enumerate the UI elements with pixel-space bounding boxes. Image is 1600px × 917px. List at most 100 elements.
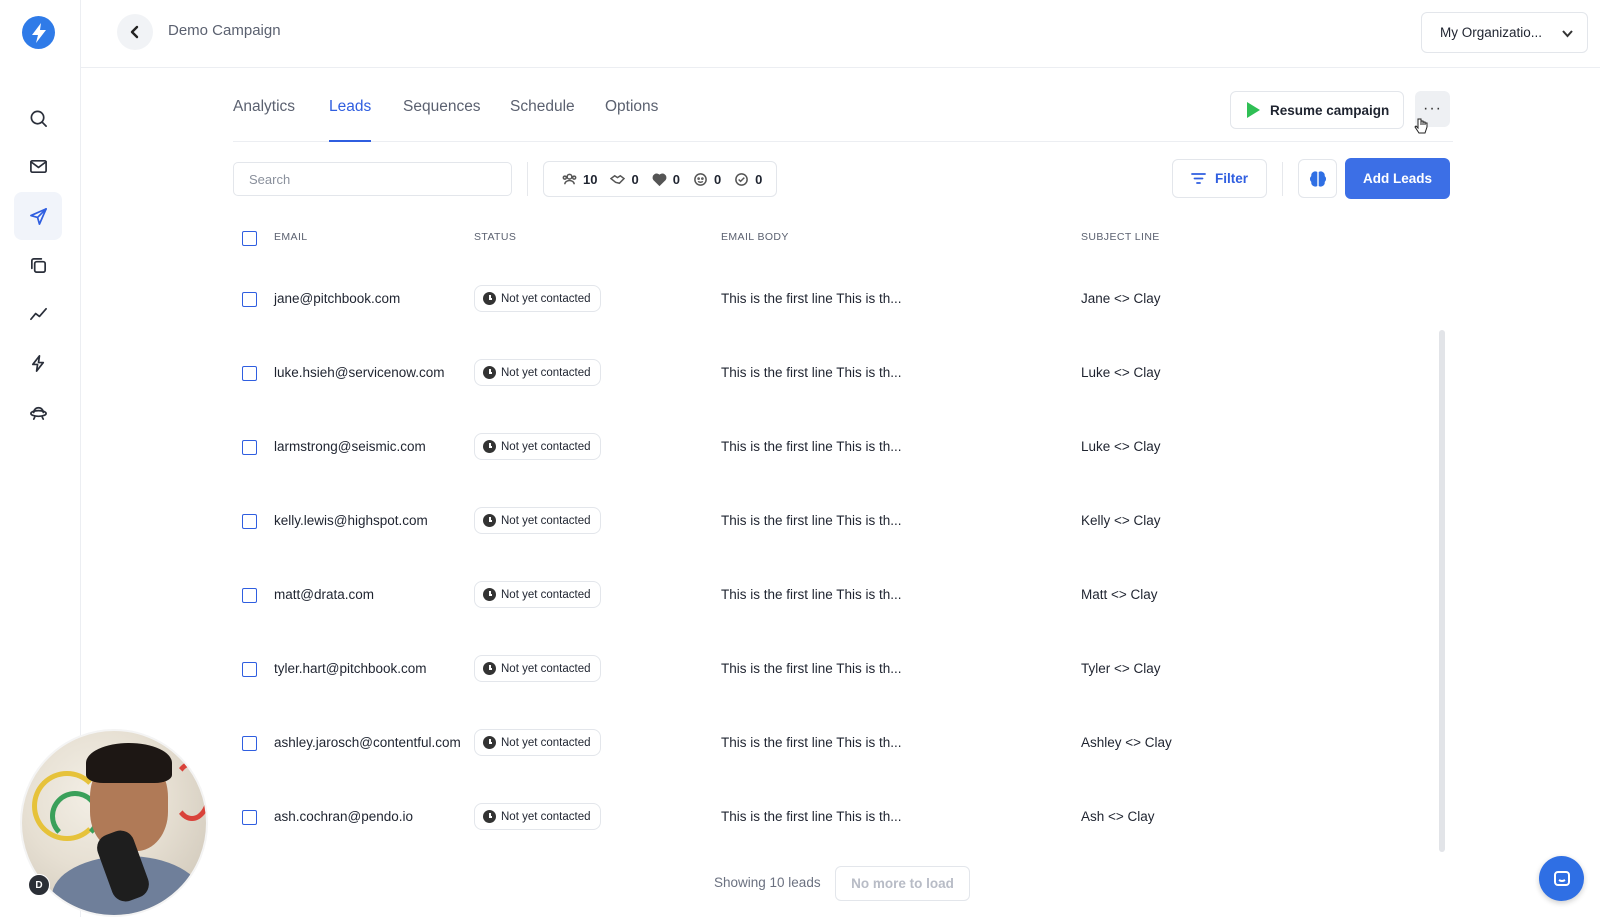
row-checkbox[interactable] bbox=[242, 736, 257, 751]
stat-completed-value: 0 bbox=[755, 171, 763, 187]
table-row[interactable]: ash.cochran@pendo.io Not yet contacted T… bbox=[233, 779, 1433, 853]
row-checkbox[interactable] bbox=[242, 514, 257, 529]
resume-campaign-label: Resume campaign bbox=[1270, 102, 1390, 118]
lead-email: ash.cochran@pendo.io bbox=[274, 809, 414, 824]
chevron-down-icon bbox=[1562, 30, 1573, 38]
clock-icon bbox=[483, 662, 496, 675]
email-body-preview: This is the first line This is th... bbox=[721, 809, 902, 824]
table-row[interactable]: jane@pitchbook.com Not yet contacted Thi… bbox=[233, 261, 1433, 335]
heart-icon bbox=[652, 173, 667, 186]
tab-analytics[interactable]: Analytics bbox=[233, 98, 295, 142]
email-body-preview: This is the first line This is th... bbox=[721, 439, 902, 454]
stat-leads: 10 bbox=[562, 172, 597, 187]
status-label: Not yet contacted bbox=[501, 736, 591, 749]
email-body-preview: This is the first line This is th... bbox=[721, 661, 902, 676]
row-checkbox[interactable] bbox=[242, 366, 257, 381]
subject-line: Ashley <> Clay bbox=[1081, 735, 1172, 750]
table-row[interactable]: kelly.lewis@highspot.com Not yet contact… bbox=[233, 483, 1433, 557]
clock-icon bbox=[483, 292, 496, 305]
stat-interested-value: 0 bbox=[672, 171, 680, 187]
toolbar-divider bbox=[527, 162, 528, 196]
toolbar-divider bbox=[1282, 162, 1283, 196]
ai-brain-button[interactable] bbox=[1298, 159, 1337, 198]
row-checkbox[interactable] bbox=[242, 662, 257, 677]
row-checkbox[interactable] bbox=[242, 810, 257, 825]
chat-icon bbox=[1553, 870, 1570, 886]
back-button[interactable] bbox=[117, 14, 153, 50]
email-body-preview: This is the first line This is th... bbox=[721, 365, 902, 380]
email-body-preview: This is the first line This is th... bbox=[721, 291, 902, 306]
stat-replied: 0 bbox=[693, 172, 721, 187]
nav-bolt-icon[interactable] bbox=[14, 339, 62, 387]
lead-email: ashley.jarosch@contentful.com bbox=[274, 735, 461, 750]
hand-cursor-icon bbox=[1414, 118, 1428, 134]
lead-email: larmstrong@seismic.com bbox=[274, 439, 426, 454]
lead-email: kelly.lewis@highspot.com bbox=[274, 513, 428, 528]
select-all-checkbox[interactable] bbox=[242, 231, 257, 246]
status-label: Not yet contacted bbox=[501, 662, 591, 675]
lead-email: tyler.hart@pitchbook.com bbox=[274, 661, 427, 676]
status-label: Not yet contacted bbox=[501, 514, 591, 527]
nav-ufo-icon[interactable] bbox=[14, 388, 62, 436]
status-badge: Not yet contacted bbox=[474, 581, 601, 608]
stat-leads-value: 10 bbox=[583, 171, 598, 187]
table-row[interactable]: luke.hsieh@servicenow.com Not yet contac… bbox=[233, 335, 1433, 409]
tab-sequences[interactable]: Sequences bbox=[403, 98, 481, 142]
column-header-email[interactable]: EMAIL bbox=[274, 231, 308, 243]
tab-leads[interactable]: Leads bbox=[329, 98, 372, 142]
page-title: Demo Campaign bbox=[168, 22, 281, 39]
avatar[interactable]: D bbox=[28, 874, 50, 896]
organization-select[interactable]: My Organizatio... bbox=[1421, 12, 1588, 53]
add-leads-button[interactable]: Add Leads bbox=[1345, 158, 1450, 199]
header: Demo Campaign My Organizatio... bbox=[81, 0, 1600, 68]
status-badge: Not yet contacted bbox=[474, 359, 601, 386]
column-header-subject-line[interactable]: SUBJECT LINE bbox=[1081, 231, 1160, 243]
row-checkbox[interactable] bbox=[242, 588, 257, 603]
row-checkbox[interactable] bbox=[242, 292, 257, 307]
status-badge: Not yet contacted bbox=[474, 507, 601, 534]
clock-icon bbox=[483, 810, 496, 823]
handshake-icon bbox=[610, 174, 626, 184]
logo-bolt-icon[interactable] bbox=[22, 16, 55, 49]
clock-icon bbox=[483, 736, 496, 749]
organization-select-label: My Organizatio... bbox=[1440, 25, 1543, 40]
table-row[interactable]: tyler.hart@pitchbook.com Not yet contact… bbox=[233, 631, 1433, 705]
brain-icon bbox=[1309, 170, 1326, 187]
lead-email: luke.hsieh@servicenow.com bbox=[274, 365, 445, 380]
stat-replied-value: 0 bbox=[713, 171, 722, 187]
tab-options[interactable]: Options bbox=[605, 98, 658, 142]
filter-button[interactable]: Filter bbox=[1172, 159, 1267, 198]
table-row[interactable]: matt@drata.com Not yet contacted This is… bbox=[233, 557, 1433, 631]
status-label: Not yet contacted bbox=[501, 440, 591, 453]
status-badge: Not yet contacted bbox=[474, 803, 601, 830]
email-body-preview: This is the first line This is th... bbox=[721, 735, 902, 750]
filter-label: Filter bbox=[1214, 171, 1248, 186]
nav-analytics-icon[interactable] bbox=[14, 290, 62, 338]
chat-support-button[interactable] bbox=[1539, 856, 1584, 901]
load-more-button[interactable]: No more to load bbox=[835, 866, 970, 901]
resume-campaign-button[interactable]: Resume campaign bbox=[1230, 91, 1404, 129]
lead-email: jane@pitchbook.com bbox=[274, 291, 401, 306]
filter-icon bbox=[1191, 173, 1206, 184]
status-label: Not yet contacted bbox=[501, 588, 591, 601]
status-label: Not yet contacted bbox=[501, 366, 591, 379]
stat-interested: 0 bbox=[652, 172, 680, 187]
nav-mail-icon[interactable] bbox=[14, 142, 62, 190]
subject-line: Matt <> Clay bbox=[1081, 587, 1158, 602]
lead-email: matt@drata.com bbox=[274, 587, 374, 602]
column-header-status[interactable]: STATUS bbox=[474, 231, 516, 243]
clock-icon bbox=[483, 440, 496, 453]
nav-send-icon[interactable] bbox=[14, 192, 62, 240]
table-scrollbar[interactable] bbox=[1439, 330, 1445, 852]
table-row[interactable]: larmstrong@seismic.com Not yet contacted… bbox=[233, 409, 1433, 483]
lead-stats-summary: 10 0 0 0 0 bbox=[543, 161, 777, 197]
column-header-email-body[interactable]: EMAIL BODY bbox=[721, 231, 789, 243]
subject-line: Jane <> Clay bbox=[1081, 291, 1161, 306]
row-checkbox[interactable] bbox=[242, 440, 257, 455]
nav-search-icon[interactable] bbox=[14, 94, 62, 142]
table-row[interactable]: ashley.jarosch@contentful.com Not yet co… bbox=[233, 705, 1433, 779]
search-input[interactable] bbox=[233, 162, 512, 196]
tab-schedule[interactable]: Schedule bbox=[510, 98, 575, 142]
subject-line: Luke <> Clay bbox=[1081, 439, 1161, 454]
nav-copy-icon[interactable] bbox=[14, 241, 62, 289]
